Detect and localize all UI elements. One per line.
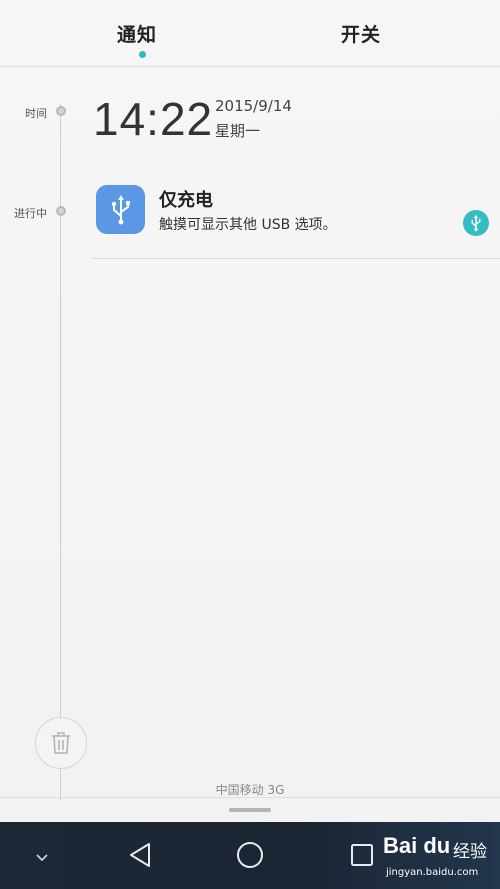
tab-notifications[interactable]: 通知 bbox=[72, 20, 202, 47]
baidu-jingyan-watermark: Bai du 经验 jingyan.baidu.com bbox=[383, 831, 500, 889]
home-icon bbox=[237, 842, 263, 868]
timeline-node bbox=[56, 206, 66, 216]
tab-bar: 通知 开关 bbox=[0, 0, 500, 67]
chevron-down-icon bbox=[36, 854, 48, 862]
watermark-text: 经验 bbox=[453, 842, 487, 862]
usb-icon bbox=[96, 185, 145, 234]
clock-weekday: 星期一 bbox=[215, 122, 261, 140]
usb-icon bbox=[463, 210, 489, 236]
trash-icon bbox=[52, 732, 70, 754]
notification-usb-charging[interactable]: 仅充电 触摸可显示其他 USB 选项。 bbox=[92, 176, 500, 259]
notification-text: 触摸可显示其他 USB 选项。 bbox=[159, 217, 337, 233]
timeline-label-ongoing: 进行中 bbox=[14, 207, 47, 220]
clock-date: 2015/9/14 bbox=[215, 97, 292, 115]
divider bbox=[0, 797, 500, 798]
back-button[interactable] bbox=[122, 837, 158, 873]
back-icon bbox=[130, 843, 150, 867]
baidu-logo: Bai du bbox=[383, 833, 451, 858]
recent-apps-icon bbox=[351, 844, 373, 866]
clear-all-button[interactable] bbox=[35, 717, 87, 769]
watermark-url: jingyan.baidu.com bbox=[386, 867, 479, 878]
notification-shade: 通知 开关 时间 进行中 14:22 2015/9/14 星期一 仅充电 触摸可… bbox=[0, 0, 500, 822]
timeline-node bbox=[56, 106, 66, 116]
home-button[interactable] bbox=[232, 837, 268, 873]
tab-switches[interactable]: 开关 bbox=[296, 20, 426, 47]
notification-title: 仅充电 bbox=[159, 190, 213, 211]
clock-time: 14:22 bbox=[93, 93, 214, 145]
active-tab-indicator bbox=[139, 51, 146, 58]
recent-apps-button[interactable] bbox=[344, 837, 380, 873]
drag-handle[interactable] bbox=[229, 808, 271, 812]
collapse-button[interactable] bbox=[27, 842, 57, 872]
timeline-label-time: 时间 bbox=[25, 107, 47, 120]
carrier-label: 中国移动 3G bbox=[215, 783, 285, 797]
